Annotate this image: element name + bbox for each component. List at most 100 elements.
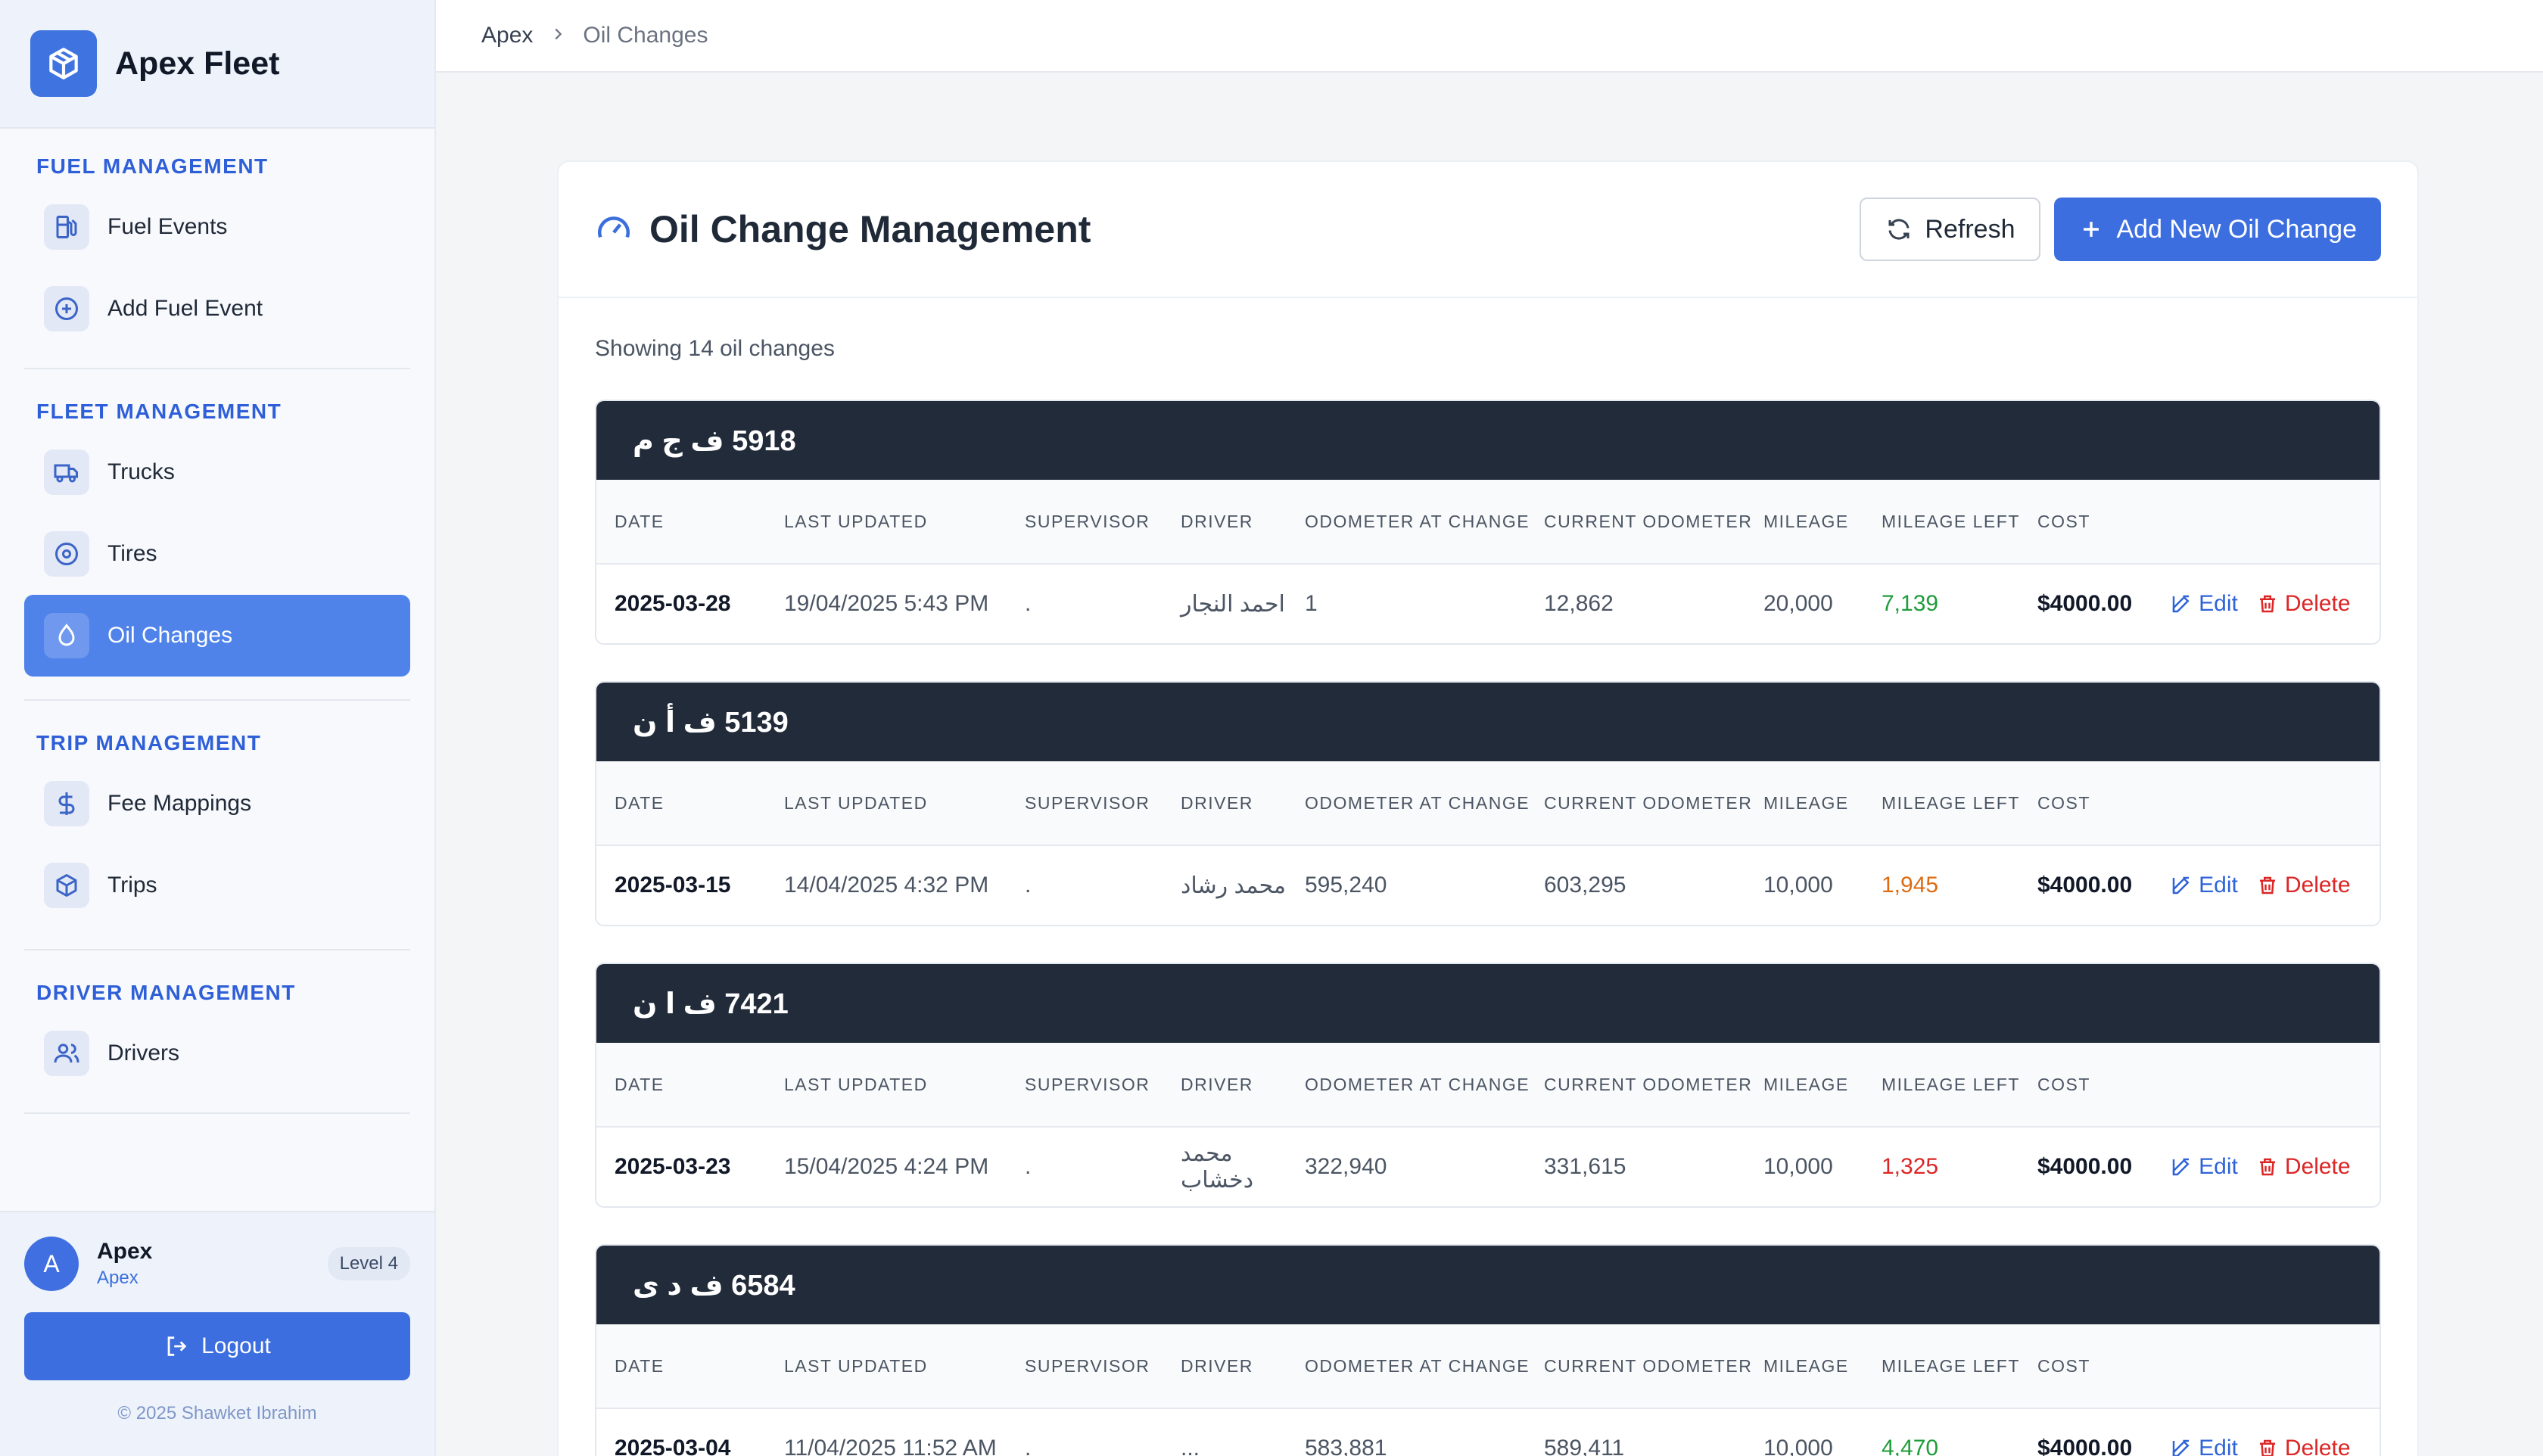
column-header-cost: COST	[2037, 1075, 2090, 1094]
truck-group: 5139 ف أ ن DATE LAST UPDATED SUPERVISOR DRIV…	[595, 681, 2381, 926]
breadcrumb-root[interactable]: Apex	[481, 23, 533, 48]
column-header-date: DATE	[615, 1356, 665, 1376]
section-title: FLEET MANAGEMENT	[36, 400, 282, 423]
edit-button[interactable]: Edit	[2170, 1436, 2238, 1456]
fuel-pump-icon	[44, 204, 89, 250]
cell-last-updated: 14/04/2025 4:32 PM	[784, 873, 989, 898]
cell-current-odometer: 603,295	[1544, 873, 1626, 898]
delete-button[interactable]: Delete	[2256, 1154, 2351, 1180]
column-header-cost: COST	[2037, 1356, 2090, 1376]
oil-change-card: Oil Change Management Refresh Add New Oi…	[557, 160, 2419, 1456]
column-header-odometer-at-change: ODOMETER AT CHANGE	[1305, 1356, 1530, 1376]
cell-last-updated: 15/04/2025 4:24 PM	[784, 1154, 989, 1179]
column-header-mileage: MILEAGE	[1763, 1075, 1849, 1094]
cell-mileage-left: 1,945	[1882, 873, 1939, 898]
cell-last-updated: 19/04/2025 5:43 PM	[784, 591, 989, 616]
table-header: DATE LAST UPDATED SUPERVISOR DRIVER ODOMETER…	[596, 1043, 2380, 1128]
edit-button[interactable]: Edit	[2170, 1154, 2238, 1180]
cell-supervisor: .	[1025, 1154, 1032, 1179]
cell-date: 2025-03-15	[615, 873, 731, 898]
breadcrumb: Apex Oil Changes	[436, 0, 2543, 73]
sidebar-item-oil-changes[interactable]: Oil Changes	[24, 595, 410, 677]
cell-date: 2025-03-23	[615, 1154, 731, 1179]
sidebar-item-trips[interactable]: Trips	[24, 845, 410, 926]
cell-mileage-left: 4,470	[1882, 1436, 1939, 1456]
column-header-mileage-left: MILEAGE LEFT	[1882, 1075, 2020, 1094]
column-header-mileage-left: MILEAGE LEFT	[1882, 1356, 2020, 1376]
column-header-driver: DRIVER	[1181, 793, 1253, 813]
trash-icon	[2259, 1439, 2275, 1456]
add-oil-change-label: Add New Oil Change	[2116, 214, 2357, 244]
gauge-icon	[597, 216, 630, 238]
avatar[interactable]: A	[24, 1237, 79, 1291]
edit-button[interactable]: Edit	[2170, 591, 2238, 617]
section-fuel-management: FUEL MANAGEMENT Fuel Events Add Fuel Eve…	[0, 154, 434, 350]
column-header-odometer-at-change: ODOMETER AT CHANGE	[1305, 793, 1530, 813]
sidebar-item-trucks[interactable]: Trucks	[24, 431, 410, 513]
column-header-date: DATE	[615, 1075, 665, 1094]
cell-mileage: 10,000	[1763, 1436, 1833, 1456]
logout-label: Logout	[201, 1333, 271, 1358]
column-header-mileage-left: MILEAGE LEFT	[1882, 793, 2020, 813]
breadcrumb-current: Oil Changes	[583, 23, 708, 48]
sidebar-item-label: Fee Mappings	[107, 791, 252, 816]
cell-cost: $4000.00	[2037, 873, 2133, 898]
delete-label: Delete	[2284, 873, 2351, 898]
column-header-date: DATE	[615, 793, 665, 813]
dollar-icon	[44, 781, 89, 826]
delete-button[interactable]: Delete	[2256, 873, 2351, 898]
cell-mileage: 20,000	[1763, 591, 1833, 616]
column-header-mileage: MILEAGE	[1763, 512, 1849, 531]
table-row: 2025-03-04 11/04/2025 11:52 AM.... 583,881…	[596, 1409, 2380, 1456]
table-row: 2025-03-28 19/04/2025 5:43 PM. احمد النجار…	[596, 565, 2380, 643]
box-icon	[44, 863, 89, 908]
section-fleet-management: FLEET MANAGEMENT Trucks Tires Oil Change…	[0, 400, 434, 677]
delete-button[interactable]: Delete	[2256, 1436, 2351, 1456]
sidebar-item-fuel-events[interactable]: Fuel Events	[24, 186, 410, 268]
cell-supervisor: .	[1025, 1436, 1032, 1456]
column-header-odometer-at-change: ODOMETER AT CHANGE	[1305, 1075, 1530, 1094]
column-header-last-updated: LAST UPDATED	[784, 1075, 928, 1094]
sidebar: Apex Fleet FUEL MANAGEMENT Fuel Events A…	[0, 0, 436, 1456]
divider	[24, 1112, 410, 1114]
truck-icon	[44, 450, 89, 495]
cell-current-odometer: 589,411	[1544, 1436, 1625, 1456]
edit-button[interactable]: Edit	[2170, 873, 2238, 898]
edit-icon	[2172, 1439, 2190, 1456]
trash-icon	[2259, 595, 2275, 613]
column-header-mileage: MILEAGE	[1763, 793, 1849, 813]
cell-mileage-left: 7,139	[1882, 591, 1939, 616]
column-header-last-updated: LAST UPDATED	[784, 1356, 928, 1376]
delete-label: Delete	[2284, 1154, 2351, 1179]
sidebar-item-add-fuel-event[interactable]: Add Fuel Event	[24, 268, 410, 350]
delete-button[interactable]: Delete	[2256, 591, 2351, 617]
users-icon	[44, 1031, 89, 1076]
column-header-current-odometer: CURRENT ODOMETER	[1544, 793, 1753, 813]
edit-icon	[2172, 876, 2190, 894]
sidebar-item-tires[interactable]: Tires	[24, 513, 410, 595]
edit-icon	[2172, 1158, 2190, 1176]
sidebar-item-label: Tires	[107, 541, 157, 566]
chevron-right-icon	[549, 23, 566, 48]
column-header-supervisor: SUPERVISOR	[1025, 793, 1150, 813]
add-oil-change-button[interactable]: Add New Oil Change	[2054, 198, 2381, 261]
refresh-button[interactable]: Refresh	[1860, 198, 2041, 261]
column-header-current-odometer: CURRENT ODOMETER	[1544, 512, 1753, 531]
table-header: DATE LAST UPDATED SUPERVISOR DRIVER ODOMETER…	[596, 761, 2380, 846]
logout-button[interactable]: Logout	[24, 1312, 410, 1380]
main-content: Apex Oil Changes Oil Change Management R…	[436, 0, 2543, 1456]
cell-odometer-at-change: 1	[1305, 591, 1318, 616]
cell-cost: $4000.00	[2037, 1436, 2133, 1456]
cell-last-updated: 11/04/2025 11:52 AM	[784, 1436, 997, 1456]
brand: Apex Fleet	[0, 0, 434, 129]
column-header-mileage-left: MILEAGE LEFT	[1882, 512, 2020, 531]
truck-group: 6584 ف د ى DATE LAST UPDATED SUPERVISOR DRIV…	[595, 1244, 2381, 1456]
sidebar-item-fee-mappings[interactable]: Fee Mappings	[24, 763, 410, 845]
sidebar-item-drivers[interactable]: Drivers	[24, 1013, 410, 1094]
table-row: 2025-03-15 14/04/2025 4:32 PM. محمد رشاد 59…	[596, 846, 2380, 925]
sidebar-item-label: Oil Changes	[107, 623, 233, 648]
cell-cost: $4000.00	[2037, 1154, 2133, 1179]
column-header-supervisor: SUPERVISOR	[1025, 512, 1150, 531]
sidebar-item-label: Trips	[107, 873, 157, 898]
edit-label: Edit	[2199, 873, 2238, 898]
